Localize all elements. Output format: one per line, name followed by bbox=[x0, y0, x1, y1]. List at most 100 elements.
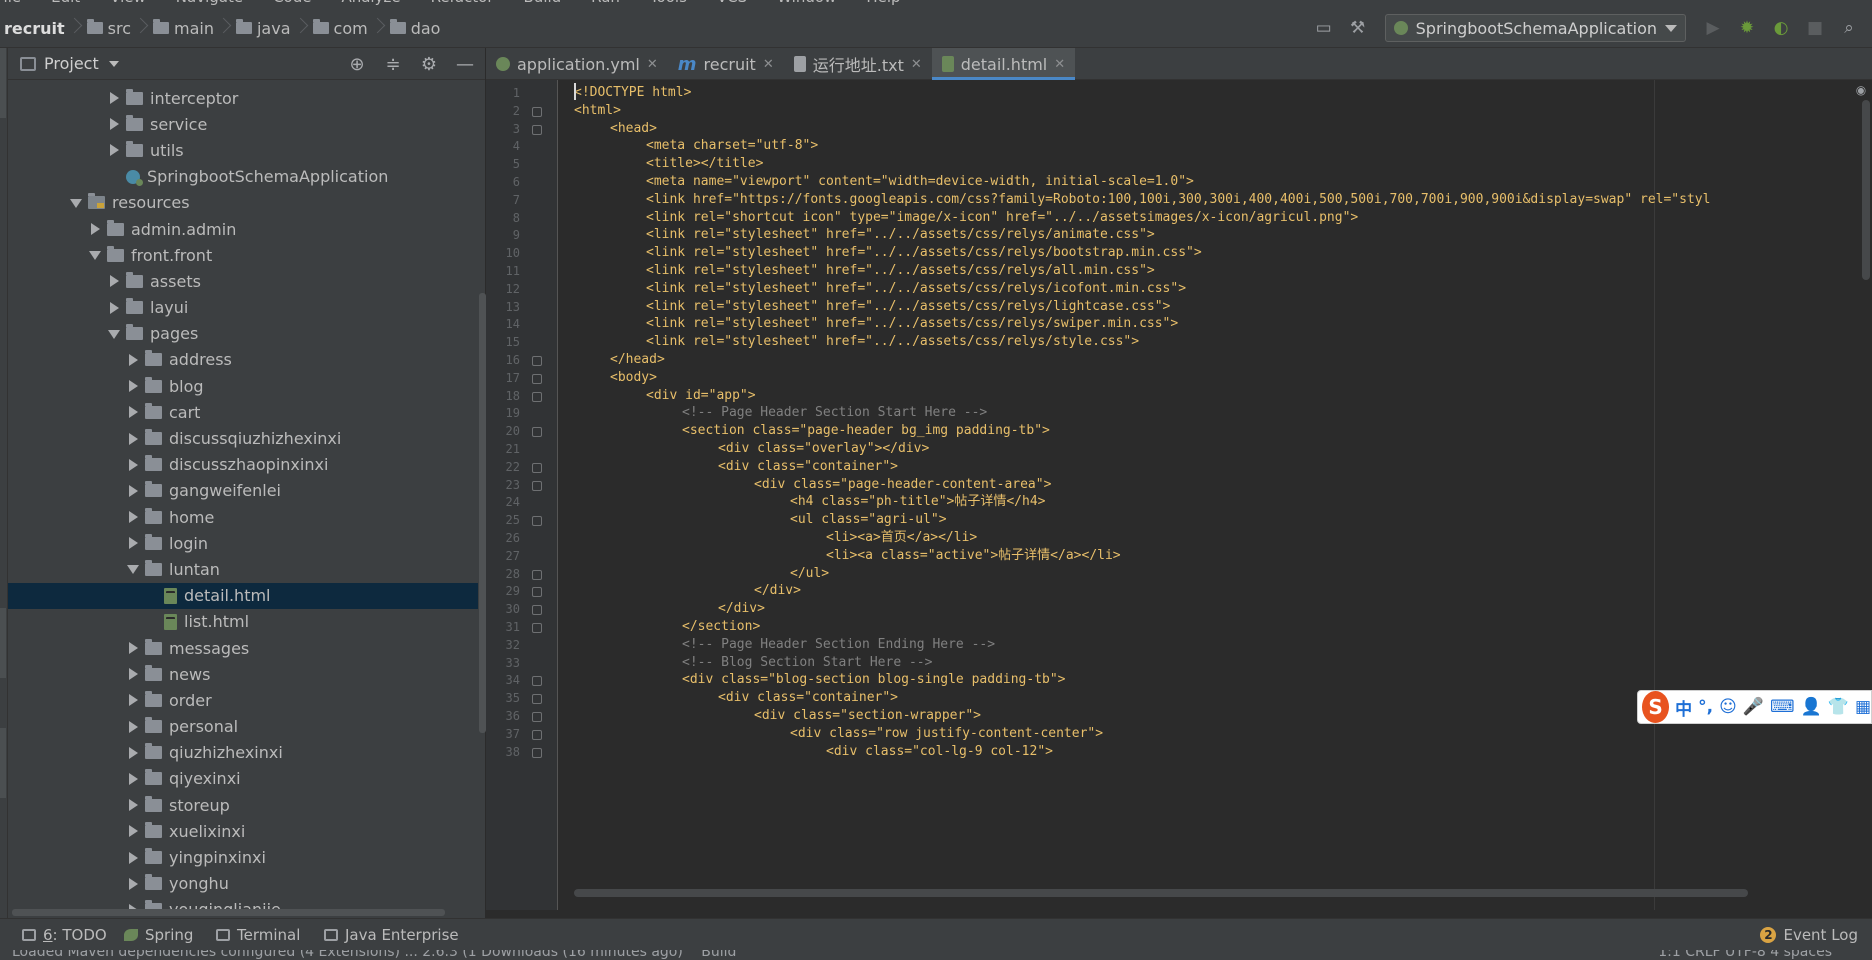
close-icon[interactable]: ✕ bbox=[763, 57, 774, 72]
fold-marker-icon[interactable] bbox=[532, 106, 542, 117]
hide-icon[interactable]: — bbox=[451, 54, 479, 75]
tree-node[interactable]: layui bbox=[8, 295, 478, 321]
breadcrumb-item[interactable]: dao bbox=[389, 8, 440, 48]
breadcrumb-item[interactable]: src bbox=[86, 8, 131, 48]
locate-icon[interactable]: ⊕ bbox=[343, 54, 371, 75]
frame-icon[interactable]: ▭ bbox=[1307, 8, 1341, 48]
tree-node[interactable]: xuelixinxi bbox=[8, 818, 478, 844]
code-area[interactable]: <!DOCTYPE html> <html> <head> <meta charset… bbox=[574, 80, 1864, 910]
fold-marker-icon[interactable] bbox=[532, 747, 542, 758]
menu-item[interactable]: Help bbox=[866, 0, 900, 6]
menu-item[interactable]: Code bbox=[273, 0, 311, 6]
fold-marker-icon[interactable] bbox=[532, 356, 542, 366]
collapse-all-icon[interactable]: ≑ bbox=[379, 54, 407, 75]
chevron-right-icon[interactable] bbox=[127, 825, 139, 838]
menu-item[interactable]: Navigate bbox=[176, 0, 243, 6]
tree-node[interactable]: admin.admin bbox=[8, 216, 478, 242]
fold-marker-icon[interactable] bbox=[532, 694, 542, 705]
chevron-right-icon[interactable] bbox=[127, 458, 139, 471]
user-icon[interactable]: 👤 bbox=[1801, 697, 1822, 717]
run-configuration-dropdown[interactable]: SpringbootSchemaApplication bbox=[1384, 14, 1686, 42]
tree-node[interactable]: pages bbox=[8, 321, 478, 347]
breadcrumb-item[interactable]: main bbox=[153, 8, 214, 48]
microphone-icon[interactable]: 🎤 bbox=[1743, 697, 1764, 717]
tree-node[interactable]: SpringbootSchemaApplication bbox=[8, 164, 478, 190]
tree-node[interactable]: luntan bbox=[8, 556, 478, 582]
tree-node[interactable]: address bbox=[8, 347, 478, 373]
close-icon[interactable]: ✕ bbox=[911, 57, 922, 72]
chevron-right-icon[interactable] bbox=[108, 118, 120, 131]
tree-node[interactable]: assets bbox=[8, 268, 478, 294]
fold-marker-icon[interactable] bbox=[532, 462, 542, 473]
skin-icon[interactable]: 👕 bbox=[1828, 697, 1849, 717]
ime-punctuation[interactable]: °, bbox=[1698, 697, 1713, 717]
chevron-down-icon[interactable] bbox=[70, 197, 82, 209]
run-icon[interactable]: ▶ bbox=[1696, 8, 1730, 48]
menu-item[interactable]: Tools bbox=[650, 0, 687, 6]
chevron-down-icon[interactable] bbox=[108, 60, 119, 67]
terminal-tool-button[interactable]: Terminal bbox=[216, 919, 300, 951]
chevron-right-icon[interactable] bbox=[127, 877, 139, 890]
menu-item[interactable]: Edit bbox=[51, 0, 80, 6]
editor-tab[interactable]: application.yml ✕ bbox=[486, 48, 668, 80]
tree-node[interactable]: messages bbox=[8, 635, 478, 661]
tree-node[interactable]: discusszhaopinxinxi bbox=[8, 452, 478, 478]
tree-node[interactable]: qiuzhizhexinxi bbox=[8, 740, 478, 766]
tree-node[interactable]: service bbox=[8, 111, 478, 137]
fold-marker-icon[interactable] bbox=[532, 516, 542, 527]
favorites-tool-tab[interactable] bbox=[0, 728, 6, 798]
editor-tab[interactable]: 运行地址.txt ✕ bbox=[784, 48, 932, 80]
tree-node[interactable]: yingpinxinxi bbox=[8, 844, 478, 870]
coverage-icon[interactable]: ◐ bbox=[1764, 8, 1798, 48]
status-position[interactable]: 1:1 CRLF UTF-8 4 spaces bbox=[1658, 950, 1832, 960]
debug-icon[interactable]: ✹ bbox=[1730, 8, 1764, 48]
fold-marker-icon[interactable] bbox=[532, 124, 542, 135]
sogou-logo-icon[interactable]: S bbox=[1642, 691, 1670, 723]
ime-chinese-mode[interactable]: 中 bbox=[1675, 695, 1692, 720]
chevron-right-icon[interactable] bbox=[108, 92, 120, 105]
chevron-right-icon[interactable] bbox=[127, 720, 139, 733]
close-icon[interactable]: ✕ bbox=[1054, 57, 1065, 72]
close-icon[interactable]: ✕ bbox=[647, 57, 658, 72]
tree-node[interactable]: front.front bbox=[8, 242, 478, 268]
tree-node[interactable]: yonghu bbox=[8, 871, 478, 897]
emoji-icon[interactable]: ☺ bbox=[1719, 697, 1737, 717]
tree-horizontal-scrollbar[interactable] bbox=[12, 909, 445, 916]
chevron-right-icon[interactable] bbox=[127, 642, 139, 655]
status-build-label[interactable]: Build bbox=[701, 950, 736, 960]
fold-marker-icon[interactable] bbox=[532, 569, 542, 580]
fold-marker-icon[interactable] bbox=[532, 587, 542, 598]
chevron-right-icon[interactable] bbox=[108, 275, 120, 288]
fold-marker-icon[interactable] bbox=[532, 373, 542, 384]
fold-marker-icon[interactable] bbox=[532, 712, 542, 722]
fold-marker-icon[interactable] bbox=[532, 427, 542, 438]
chevron-right-icon[interactable] bbox=[127, 746, 139, 759]
fold-marker-icon[interactable] bbox=[532, 676, 542, 687]
tree-node[interactable]: storeup bbox=[8, 792, 478, 818]
chevron-right-icon[interactable] bbox=[127, 851, 139, 864]
chevron-right-icon[interactable] bbox=[127, 511, 139, 524]
tree-node[interactable]: order bbox=[8, 687, 478, 713]
tree-node[interactable]: login bbox=[8, 530, 478, 556]
eye-icon[interactable]: ◉ bbox=[1854, 83, 1868, 97]
breadcrumb-item[interactable]: com bbox=[312, 8, 368, 48]
java-enterprise-tool-button[interactable]: Java Enterprise bbox=[324, 919, 459, 951]
stop-icon[interactable]: ■ bbox=[1798, 8, 1832, 48]
editor-horizontal-scrollbar[interactable] bbox=[574, 889, 1748, 897]
chevron-down-icon[interactable] bbox=[127, 563, 139, 575]
tree-node[interactable]: qiyexinxi bbox=[8, 766, 478, 792]
chevron-right-icon[interactable] bbox=[108, 301, 120, 314]
tree-node[interactable]: list.html bbox=[8, 609, 478, 635]
chevron-right-icon[interactable] bbox=[108, 144, 120, 157]
chevron-right-icon[interactable] bbox=[127, 432, 139, 445]
chevron-right-icon[interactable] bbox=[127, 353, 139, 366]
hammer-icon[interactable]: ⚒ bbox=[1341, 8, 1375, 48]
tree-node[interactable]: personal bbox=[8, 714, 478, 740]
breadcrumb-item[interactable]: java bbox=[235, 8, 291, 48]
menu-item[interactable]: Analyze bbox=[341, 0, 400, 6]
chevron-right-icon[interactable] bbox=[127, 799, 139, 812]
breadcrumb-item[interactable]: recruit bbox=[4, 8, 65, 48]
keyboard-icon[interactable]: ⌨ bbox=[1770, 697, 1795, 717]
editor-vertical-scrollbar[interactable] bbox=[1862, 100, 1870, 280]
fold-marker-icon[interactable] bbox=[532, 391, 542, 402]
